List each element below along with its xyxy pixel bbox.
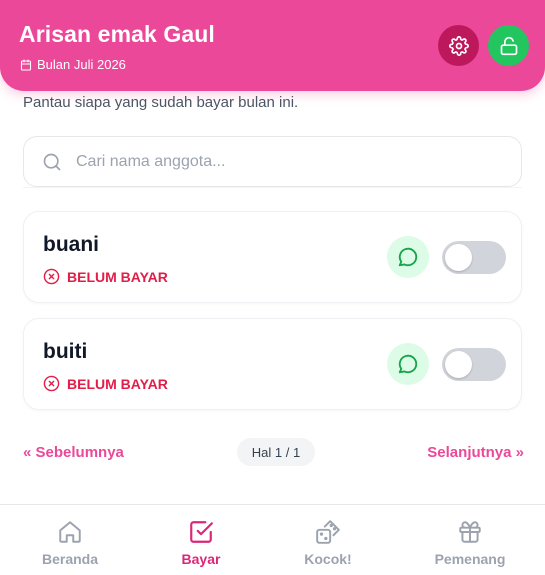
period-row: Bulan Juli 2026 (20, 57, 126, 72)
search-input[interactable] (76, 152, 476, 171)
app-title: Arisan emak Gaul (19, 21, 215, 47)
gear-icon (448, 35, 469, 56)
nav-label: Bayar (181, 551, 221, 567)
search-box[interactable] (23, 136, 522, 187)
nav-item-pemenang[interactable]: Pemenang (402, 505, 538, 575)
dice-icon (315, 518, 341, 546)
calendar-icon (20, 58, 32, 71)
page-indicator: Hal 1 / 1 (237, 438, 315, 466)
unlock-icon (500, 36, 517, 55)
pagination: « Sebelumnya Hal 1 / 1 Selanjutnya » (0, 437, 545, 467)
whatsapp-button[interactable] (387, 343, 429, 385)
x-circle-icon (43, 268, 60, 285)
prev-page-link[interactable]: « Sebelumnya (23, 444, 124, 461)
nav-label: Pemenang (434, 551, 506, 567)
payment-status-label: BELUM BAYAR (67, 375, 168, 392)
divider (23, 187, 522, 188)
intro-text: Pantau siapa yang sudah bayar bulan ini. (23, 94, 299, 111)
toggle-knob (445, 244, 472, 271)
whatsapp-icon (398, 247, 418, 267)
toggle-knob (445, 351, 472, 378)
period-label: Bulan Juli 2026 (37, 57, 126, 72)
nav-label: Kocok! (304, 551, 352, 567)
settings-button[interactable] (438, 25, 479, 66)
payment-status-label: BELUM BAYAR (67, 268, 168, 285)
search-icon (42, 152, 62, 172)
member-name: buiti (43, 340, 88, 363)
member-name: buani (43, 233, 99, 256)
nav-item-bayar[interactable]: Bayar (133, 505, 269, 575)
nav-item-kocok[interactable]: Kocok! (260, 505, 396, 575)
member-card: buiti BELUM BAYAR (23, 318, 522, 410)
home-icon (57, 518, 83, 546)
app-header: Arisan emak Gaul Bulan Juli 2026 (0, 0, 545, 91)
bottom-nav: Beranda Bayar Kocok! Pemenang (0, 504, 545, 574)
nav-item-beranda[interactable]: Beranda (2, 505, 138, 575)
nav-label: Beranda (41, 551, 99, 567)
payment-status: BELUM BAYAR (43, 375, 168, 392)
paid-toggle[interactable] (442, 348, 506, 381)
next-page-link[interactable]: Selanjutnya » (427, 444, 524, 461)
payment-status: BELUM BAYAR (43, 268, 168, 285)
gift-icon (457, 518, 483, 546)
checkbox-icon (188, 518, 214, 546)
unlock-button[interactable] (488, 25, 529, 66)
whatsapp-button[interactable] (387, 236, 429, 278)
member-card: buani BELUM BAYAR (23, 211, 522, 303)
x-circle-icon (43, 375, 60, 392)
paid-toggle[interactable] (442, 241, 506, 274)
whatsapp-icon (398, 354, 418, 374)
